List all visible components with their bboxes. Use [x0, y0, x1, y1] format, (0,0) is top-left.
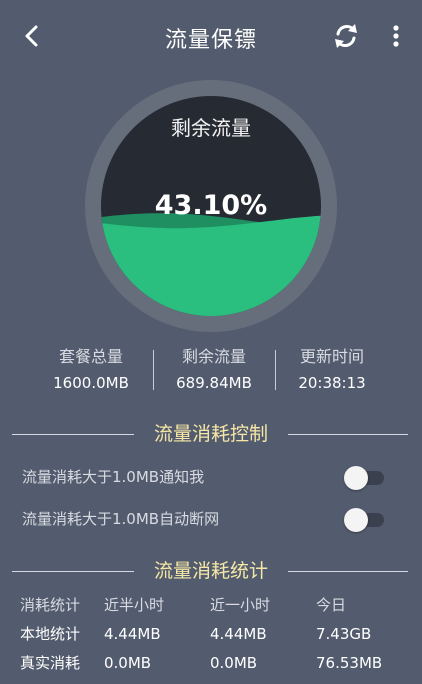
toggle-label: 流量消耗大于1.0MB通知我 [22, 468, 205, 486]
switch-thumb[interactable] [344, 508, 368, 532]
switch-thumb[interactable] [344, 466, 368, 490]
table-cell: 本地统计 [20, 625, 81, 643]
stat-value: 20:38:13 [298, 374, 366, 392]
stat-total-plan: 套餐总量 1600.0MB [21, 346, 161, 394]
gauge-graphic [85, 80, 337, 332]
table-header-row: 消耗统计 近半小时 近一小时 今日 [20, 594, 410, 623]
table-cell: 0.0MB [104, 654, 152, 672]
stats-row: 套餐总量 1600.0MB 剩余流量 689.84MB 更新时间 20:38:1… [0, 346, 422, 394]
toggle-label: 流量消耗大于1.0MB自动断网 [22, 510, 220, 528]
section-control-header: 流量消耗控制 [0, 422, 422, 446]
gauge-label: 剩余流量 [171, 116, 251, 140]
table-cell: 真实消耗 [20, 654, 81, 672]
table-header-cell: 近半小时 [104, 596, 165, 614]
toggle-row-disconnect: 流量消耗大于1.0MB自动断网 [22, 506, 402, 532]
table-cell: 76.53MB [316, 654, 383, 672]
gauge-wave-front [101, 215, 321, 316]
notify-switch[interactable] [344, 464, 388, 490]
table-cell: 0.0MB [210, 654, 258, 672]
gauge-percent: 43.10% [154, 190, 268, 221]
table-header-cell: 消耗统计 [20, 596, 81, 614]
auto-disconnect-switch[interactable] [344, 506, 388, 532]
section-statistics-header: 流量消耗统计 [0, 559, 422, 583]
table-header-cell: 近一小时 [210, 596, 271, 614]
table-cell: 4.44MB [104, 625, 161, 643]
divider [288, 434, 408, 435]
table-row: 本地统计 4.44MB 4.44MB 7.43GB [20, 623, 410, 652]
stat-label: 更新时间 [299, 347, 364, 366]
divider [288, 571, 408, 572]
statistics-table: 消耗统计 近半小时 近一小时 今日 本地统计 4.44MB 4.44MB 7.4… [20, 594, 410, 681]
table-row: 真实消耗 0.0MB 0.0MB 76.53MB [20, 652, 410, 681]
table-header-cell: 今日 [316, 596, 347, 614]
table-cell: 4.44MB [210, 625, 267, 643]
stat-value: 1600.0MB [53, 374, 129, 392]
stat-label: 套餐总量 [58, 347, 123, 366]
stat-update-time: 更新时间 20:38:13 [262, 346, 402, 394]
table-cell: 7.43GB [316, 625, 372, 643]
toggle-row-notify: 流量消耗大于1.0MB通知我 [22, 464, 402, 490]
